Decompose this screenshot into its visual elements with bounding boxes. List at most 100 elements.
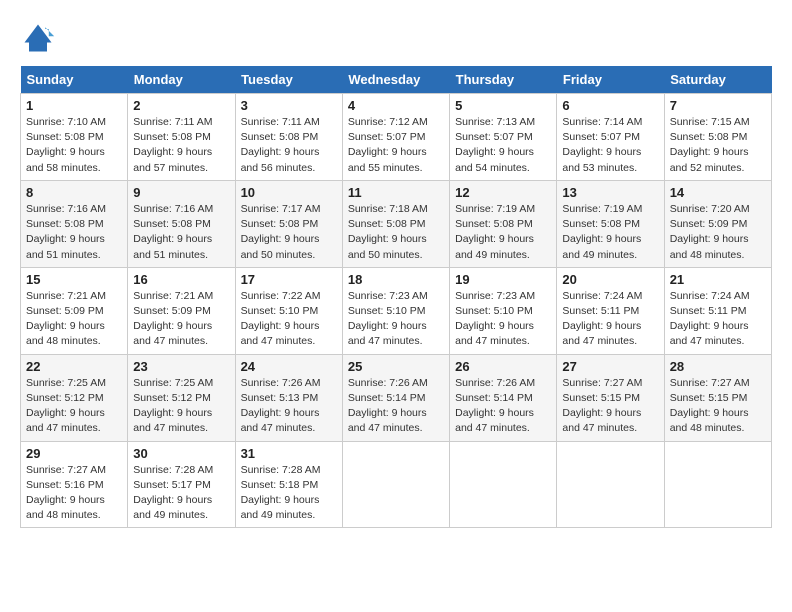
day-number: 9	[133, 185, 229, 200]
day-info: Sunrise: 7:21 AMSunset: 5:09 PMDaylight:…	[26, 290, 106, 348]
day-number: 27	[562, 359, 658, 374]
day-number: 14	[670, 185, 766, 200]
day-info: Sunrise: 7:25 AMSunset: 5:12 PMDaylight:…	[133, 377, 213, 435]
day-number: 28	[670, 359, 766, 374]
calendar-cell: 1 Sunrise: 7:10 AMSunset: 5:08 PMDayligh…	[21, 94, 128, 181]
day-info: Sunrise: 7:26 AMSunset: 5:14 PMDaylight:…	[348, 377, 428, 435]
calendar-cell	[557, 441, 664, 528]
calendar-cell: 10 Sunrise: 7:17 AMSunset: 5:08 PMDaylig…	[235, 180, 342, 267]
header-thursday: Thursday	[450, 66, 557, 94]
calendar-cell: 28 Sunrise: 7:27 AMSunset: 5:15 PMDaylig…	[664, 354, 771, 441]
day-number: 13	[562, 185, 658, 200]
logo	[20, 20, 60, 56]
header-monday: Monday	[128, 66, 235, 94]
calendar-cell: 12 Sunrise: 7:19 AMSunset: 5:08 PMDaylig…	[450, 180, 557, 267]
calendar-cell: 15 Sunrise: 7:21 AMSunset: 5:09 PMDaylig…	[21, 267, 128, 354]
calendar-cell: 18 Sunrise: 7:23 AMSunset: 5:10 PMDaylig…	[342, 267, 449, 354]
day-info: Sunrise: 7:23 AMSunset: 5:10 PMDaylight:…	[348, 290, 428, 348]
day-number: 21	[670, 272, 766, 287]
day-info: Sunrise: 7:28 AMSunset: 5:18 PMDaylight:…	[241, 464, 321, 522]
calendar-cell: 19 Sunrise: 7:23 AMSunset: 5:10 PMDaylig…	[450, 267, 557, 354]
day-number: 31	[241, 446, 337, 461]
day-info: Sunrise: 7:26 AMSunset: 5:14 PMDaylight:…	[455, 377, 535, 435]
calendar-cell: 26 Sunrise: 7:26 AMSunset: 5:14 PMDaylig…	[450, 354, 557, 441]
day-number: 1	[26, 98, 122, 113]
calendar-cell: 4 Sunrise: 7:12 AMSunset: 5:07 PMDayligh…	[342, 94, 449, 181]
calendar-cell: 11 Sunrise: 7:18 AMSunset: 5:08 PMDaylig…	[342, 180, 449, 267]
day-info: Sunrise: 7:11 AMSunset: 5:08 PMDaylight:…	[241, 116, 320, 174]
day-info: Sunrise: 7:14 AMSunset: 5:07 PMDaylight:…	[562, 116, 642, 174]
day-info: Sunrise: 7:15 AMSunset: 5:08 PMDaylight:…	[670, 116, 750, 174]
day-number: 30	[133, 446, 229, 461]
day-info: Sunrise: 7:17 AMSunset: 5:08 PMDaylight:…	[241, 203, 321, 261]
day-info: Sunrise: 7:27 AMSunset: 5:16 PMDaylight:…	[26, 464, 106, 522]
calendar-cell: 9 Sunrise: 7:16 AMSunset: 5:08 PMDayligh…	[128, 180, 235, 267]
calendar-cell: 17 Sunrise: 7:22 AMSunset: 5:10 PMDaylig…	[235, 267, 342, 354]
day-number: 2	[133, 98, 229, 113]
calendar-week-4: 22 Sunrise: 7:25 AMSunset: 5:12 PMDaylig…	[21, 354, 772, 441]
calendar-week-2: 8 Sunrise: 7:16 AMSunset: 5:08 PMDayligh…	[21, 180, 772, 267]
calendar-cell: 20 Sunrise: 7:24 AMSunset: 5:11 PMDaylig…	[557, 267, 664, 354]
day-number: 24	[241, 359, 337, 374]
day-number: 7	[670, 98, 766, 113]
day-info: Sunrise: 7:19 AMSunset: 5:08 PMDaylight:…	[562, 203, 642, 261]
calendar-cell: 16 Sunrise: 7:21 AMSunset: 5:09 PMDaylig…	[128, 267, 235, 354]
day-number: 11	[348, 185, 444, 200]
day-info: Sunrise: 7:11 AMSunset: 5:08 PMDaylight:…	[133, 116, 212, 174]
day-number: 4	[348, 98, 444, 113]
day-info: Sunrise: 7:26 AMSunset: 5:13 PMDaylight:…	[241, 377, 321, 435]
day-number: 20	[562, 272, 658, 287]
day-info: Sunrise: 7:27 AMSunset: 5:15 PMDaylight:…	[562, 377, 642, 435]
calendar-cell	[342, 441, 449, 528]
day-number: 25	[348, 359, 444, 374]
calendar-cell: 24 Sunrise: 7:26 AMSunset: 5:13 PMDaylig…	[235, 354, 342, 441]
page-header	[20, 20, 772, 56]
logo-icon	[20, 20, 56, 56]
day-info: Sunrise: 7:10 AMSunset: 5:08 PMDaylight:…	[26, 116, 106, 174]
calendar-week-5: 29 Sunrise: 7:27 AMSunset: 5:16 PMDaylig…	[21, 441, 772, 528]
day-number: 29	[26, 446, 122, 461]
header-saturday: Saturday	[664, 66, 771, 94]
day-number: 6	[562, 98, 658, 113]
day-number: 22	[26, 359, 122, 374]
day-number: 8	[26, 185, 122, 200]
calendar-cell	[664, 441, 771, 528]
calendar-cell: 23 Sunrise: 7:25 AMSunset: 5:12 PMDaylig…	[128, 354, 235, 441]
calendar-cell: 27 Sunrise: 7:27 AMSunset: 5:15 PMDaylig…	[557, 354, 664, 441]
day-info: Sunrise: 7:27 AMSunset: 5:15 PMDaylight:…	[670, 377, 750, 435]
day-number: 3	[241, 98, 337, 113]
day-info: Sunrise: 7:19 AMSunset: 5:08 PMDaylight:…	[455, 203, 535, 261]
day-number: 10	[241, 185, 337, 200]
calendar-cell: 25 Sunrise: 7:26 AMSunset: 5:14 PMDaylig…	[342, 354, 449, 441]
calendar-cell: 30 Sunrise: 7:28 AMSunset: 5:17 PMDaylig…	[128, 441, 235, 528]
day-info: Sunrise: 7:24 AMSunset: 5:11 PMDaylight:…	[562, 290, 642, 348]
day-info: Sunrise: 7:13 AMSunset: 5:07 PMDaylight:…	[455, 116, 535, 174]
day-info: Sunrise: 7:24 AMSunset: 5:11 PMDaylight:…	[670, 290, 750, 348]
day-info: Sunrise: 7:16 AMSunset: 5:08 PMDaylight:…	[26, 203, 106, 261]
day-info: Sunrise: 7:21 AMSunset: 5:09 PMDaylight:…	[133, 290, 213, 348]
calendar-table: SundayMondayTuesdayWednesdayThursdayFrid…	[20, 66, 772, 528]
day-info: Sunrise: 7:25 AMSunset: 5:12 PMDaylight:…	[26, 377, 106, 435]
calendar-week-3: 15 Sunrise: 7:21 AMSunset: 5:09 PMDaylig…	[21, 267, 772, 354]
day-info: Sunrise: 7:23 AMSunset: 5:10 PMDaylight:…	[455, 290, 535, 348]
day-info: Sunrise: 7:20 AMSunset: 5:09 PMDaylight:…	[670, 203, 750, 261]
header-tuesday: Tuesday	[235, 66, 342, 94]
header-wednesday: Wednesday	[342, 66, 449, 94]
header-friday: Friday	[557, 66, 664, 94]
calendar-cell: 29 Sunrise: 7:27 AMSunset: 5:16 PMDaylig…	[21, 441, 128, 528]
calendar-header-row: SundayMondayTuesdayWednesdayThursdayFrid…	[21, 66, 772, 94]
calendar-cell: 2 Sunrise: 7:11 AMSunset: 5:08 PMDayligh…	[128, 94, 235, 181]
day-info: Sunrise: 7:16 AMSunset: 5:08 PMDaylight:…	[133, 203, 213, 261]
day-number: 5	[455, 98, 551, 113]
day-number: 12	[455, 185, 551, 200]
calendar-cell: 21 Sunrise: 7:24 AMSunset: 5:11 PMDaylig…	[664, 267, 771, 354]
calendar-cell: 6 Sunrise: 7:14 AMSunset: 5:07 PMDayligh…	[557, 94, 664, 181]
calendar-cell: 31 Sunrise: 7:28 AMSunset: 5:18 PMDaylig…	[235, 441, 342, 528]
day-info: Sunrise: 7:18 AMSunset: 5:08 PMDaylight:…	[348, 203, 428, 261]
calendar-cell: 3 Sunrise: 7:11 AMSunset: 5:08 PMDayligh…	[235, 94, 342, 181]
day-number: 23	[133, 359, 229, 374]
calendar-cell: 8 Sunrise: 7:16 AMSunset: 5:08 PMDayligh…	[21, 180, 128, 267]
day-number: 16	[133, 272, 229, 287]
calendar-cell: 5 Sunrise: 7:13 AMSunset: 5:07 PMDayligh…	[450, 94, 557, 181]
day-number: 19	[455, 272, 551, 287]
